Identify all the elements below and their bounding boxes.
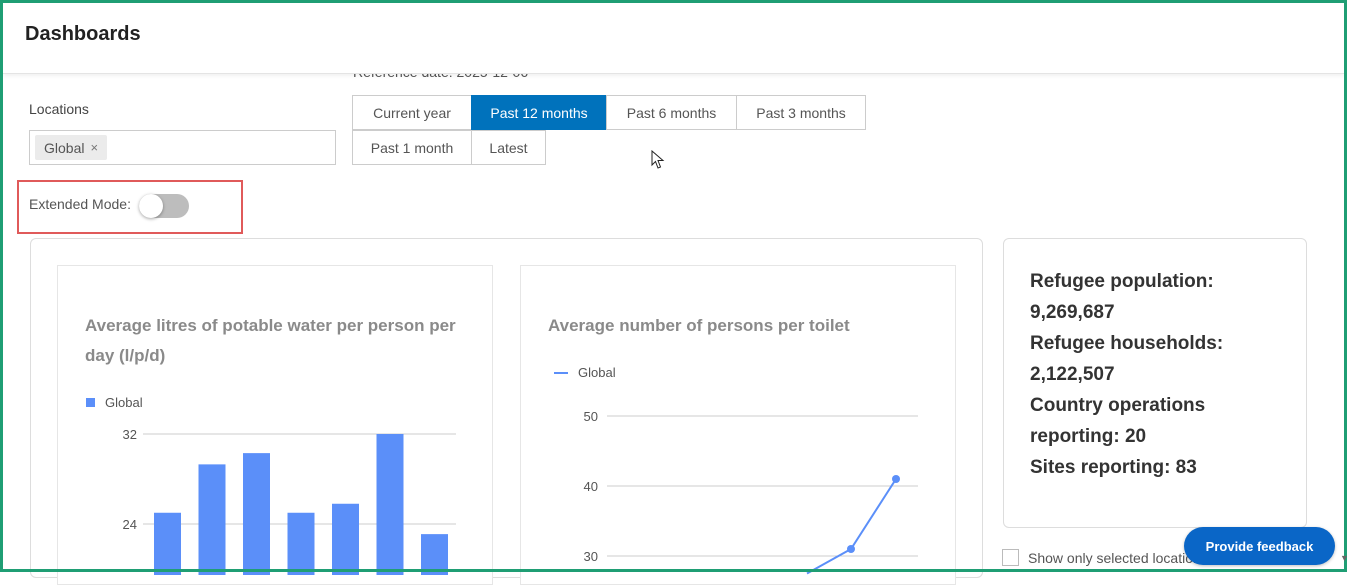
stat-label-population: Refugee population: bbox=[1030, 271, 1214, 292]
locations-input[interactable]: Global × bbox=[29, 130, 336, 165]
period-past-12-months[interactable]: Past 12 months bbox=[471, 95, 607, 130]
selected-locations-label: Show only selected locations bbox=[1028, 549, 1202, 566]
toilet-tick-label: 50 bbox=[584, 409, 598, 424]
stat-value-households: 2,122,507 bbox=[1030, 364, 1115, 385]
extended-mode-toggle[interactable] bbox=[139, 194, 189, 218]
stat-label-households: Refugee households: bbox=[1030, 333, 1224, 354]
period-past-1-month[interactable]: Past 1 month bbox=[352, 130, 472, 165]
water-bar bbox=[287, 512, 315, 575]
period-past-3-months[interactable]: Past 3 months bbox=[736, 95, 866, 130]
water-bar bbox=[243, 453, 270, 575]
scroll-down-icon[interactable]: ▼ bbox=[1340, 553, 1347, 563]
chip-remove-icon[interactable]: × bbox=[90, 140, 98, 155]
toggle-knob bbox=[139, 194, 163, 218]
stats-text: Refugee population: 9,269,687 Refugee ho… bbox=[1030, 266, 1290, 483]
stat-label-operations: Country operations bbox=[1030, 395, 1206, 416]
page-title: Dashboards bbox=[25, 23, 141, 45]
toilet-line-chart: 30 40 50 bbox=[584, 409, 918, 575]
provide-feedback-button[interactable]: Provide feedback bbox=[1184, 527, 1335, 565]
water-bar-chart: 24 32 bbox=[123, 427, 456, 575]
toilet-tick-label: 30 bbox=[584, 549, 598, 564]
period-latest[interactable]: Latest bbox=[471, 130, 546, 165]
locations-label: Locations bbox=[29, 101, 89, 117]
selected-locations-checkbox[interactable] bbox=[1002, 549, 1019, 566]
water-bar bbox=[376, 434, 404, 575]
stat-sites: Sites reporting: 83 bbox=[1030, 457, 1197, 478]
water-bar bbox=[154, 512, 181, 575]
water-bar bbox=[421, 534, 448, 575]
page-header: Dashboards bbox=[3, 3, 1344, 74]
selected-locations-row[interactable]: Show only selected locations bbox=[1002, 549, 1202, 566]
period-past-6-months[interactable]: Past 6 months bbox=[606, 95, 737, 130]
water-tick-label: 24 bbox=[123, 517, 137, 532]
stats-card: Refugee population: 9,269,687 Refugee ho… bbox=[1003, 238, 1307, 528]
toilet-series-line bbox=[806, 478, 897, 575]
water-bar bbox=[198, 464, 226, 575]
toilet-point bbox=[847, 545, 855, 553]
toilet-tick-label: 40 bbox=[584, 479, 598, 494]
location-chip-label: Global bbox=[44, 139, 85, 156]
water-tick-label: 32 bbox=[123, 427, 137, 442]
period-current-year[interactable]: Current year bbox=[352, 95, 472, 130]
toilet-point bbox=[892, 475, 900, 483]
extended-mode-label: Extended Mode: bbox=[29, 196, 131, 212]
stat-value-population: 9,269,687 bbox=[1030, 302, 1115, 323]
stat-value-operations: reporting: 20 bbox=[1030, 426, 1147, 447]
location-chip: Global × bbox=[35, 135, 108, 160]
mouse-cursor-icon bbox=[651, 150, 665, 169]
water-bar bbox=[332, 503, 359, 575]
